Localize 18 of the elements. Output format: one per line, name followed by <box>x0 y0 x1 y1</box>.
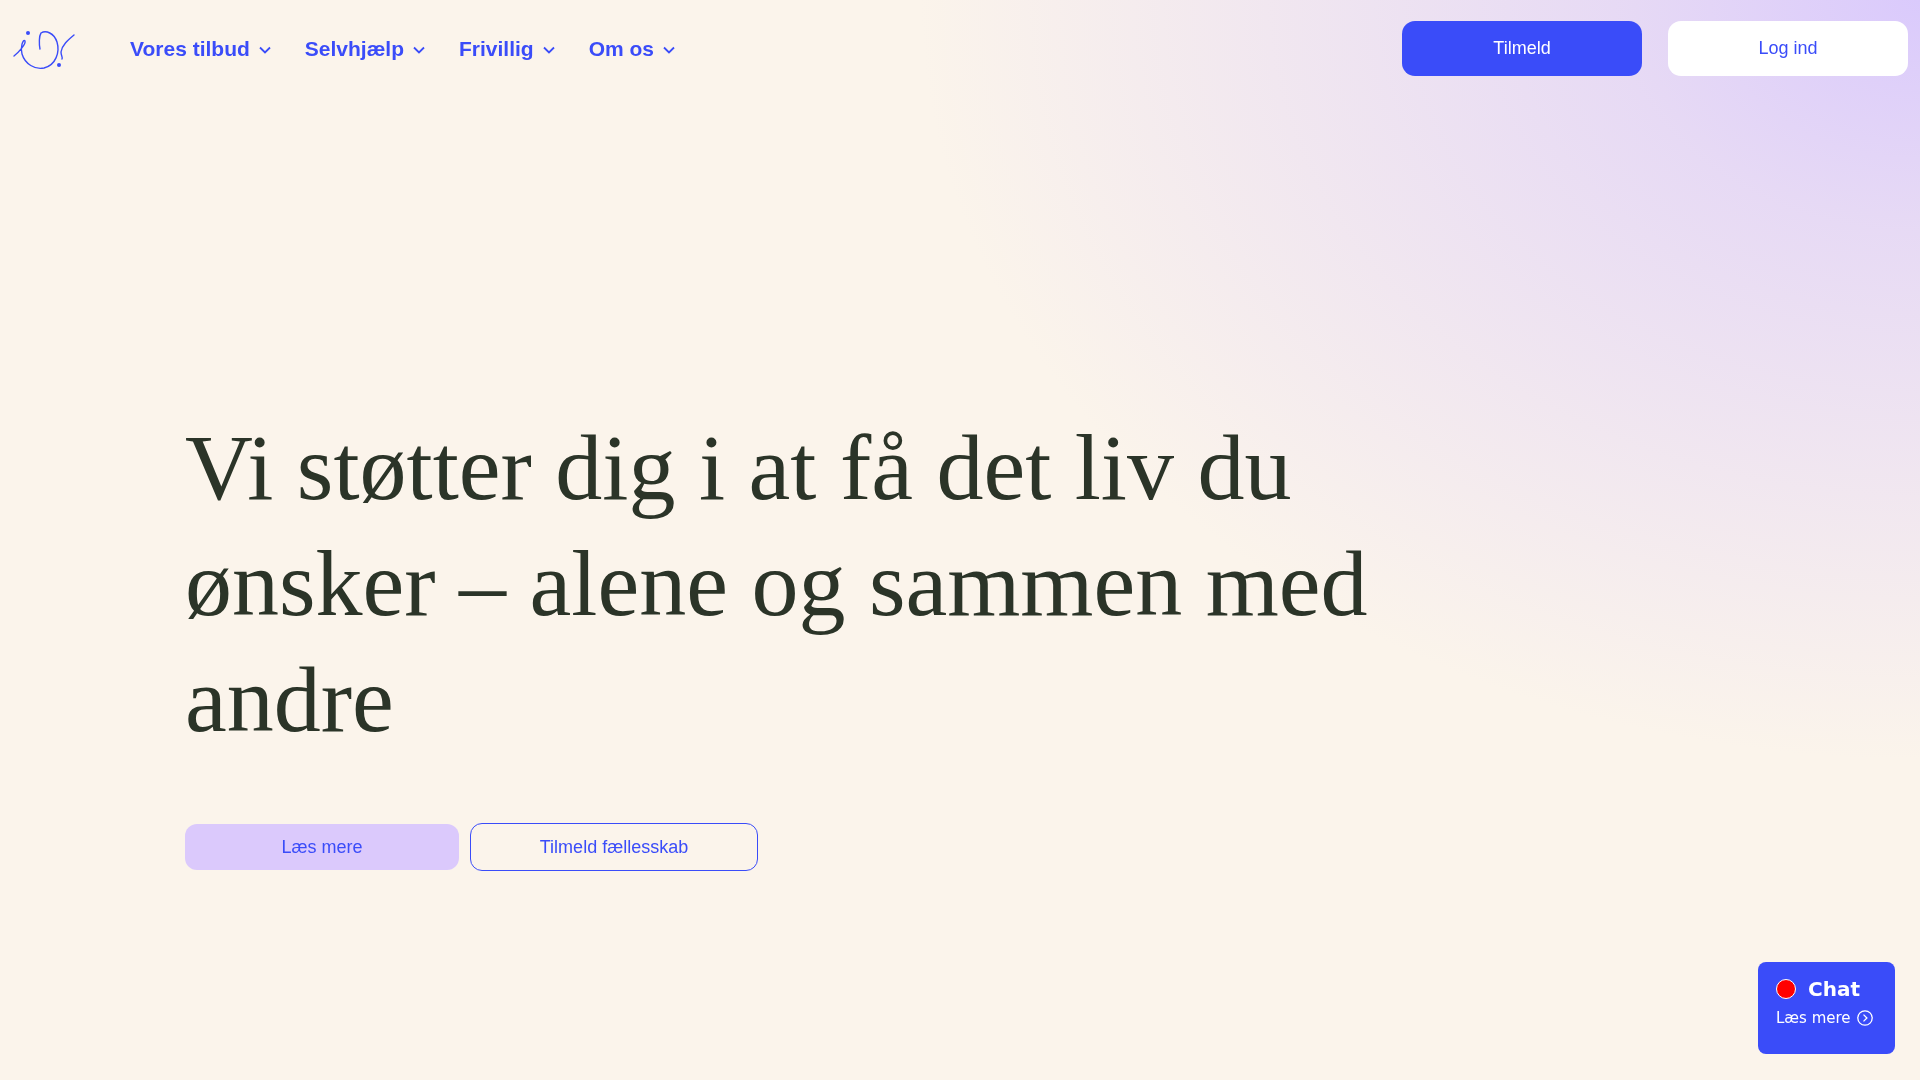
chevron-down-icon <box>542 46 555 54</box>
chevron-down-icon <box>663 46 676 54</box>
chat-widget[interactable]: Chat Læs mere <box>1758 962 1895 1054</box>
hero-button[interactable]: Læs mere <box>185 824 459 870</box>
nav-menu-link[interactable]: Frivillig <box>459 36 555 61</box>
status-dot-icon <box>1776 979 1796 999</box>
chevron-down-icon <box>258 46 271 54</box>
hero-heading: Vi støtter dig i at få det liv du ønsker – alene og sammen med andre <box>185 414 1369 753</box>
chat-title: Chat <box>1808 977 1860 1001</box>
hero-button[interactable]: Tilmeld fællesskab <box>470 823 758 871</box>
nav-menu-link[interactable]: Selvhjælp <box>304 36 425 61</box>
chat-link[interactable]: Læs mere <box>1776 1009 1873 1027</box>
nav-menu-link[interactable]: Vores tilbud <box>130 36 271 61</box>
chevron-down-icon <box>413 46 425 54</box>
nav-menu-link[interactable]: Om os <box>588 36 676 61</box>
chevron-circle-icon <box>1856 1010 1873 1026</box>
header-button[interactable]: Tilmeld <box>1402 21 1642 76</box>
header-button[interactable]: Log ind <box>1668 21 1908 76</box>
